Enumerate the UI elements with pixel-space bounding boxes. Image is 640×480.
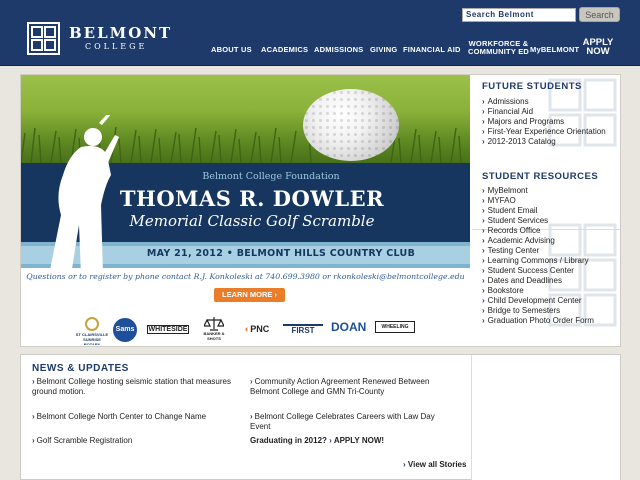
student-resources-link-11[interactable]: Child Development Center (482, 296, 594, 306)
banner-honoree-name: THOMAS R. DOWLER (119, 186, 385, 211)
site-header: BELMONT COLLEGE Search Belmont Search AB… (0, 0, 640, 66)
news-heading: NEWS & UPDATES (32, 363, 129, 374)
banner-event-name: Memorial Classic Golf Scramble (129, 212, 375, 230)
nav-academics[interactable]: ACADEMICS (261, 46, 308, 54)
golf-ball-image (303, 89, 399, 161)
nav-about-us[interactable]: ABOUT US (211, 46, 252, 54)
banner-date-location: MAY 21, 2012 • BELMONT HILLS COUNTRY CLU… (146, 248, 416, 259)
sponsor-wheeling: WHEELING (375, 321, 415, 333)
news-item-community-action[interactable]: › Community Action Agreement Renewed Betw… (250, 377, 455, 397)
nav-workforce-community-ed[interactable]: WORKFORCE & COMMUNITY ED (468, 40, 529, 56)
apply-now-button[interactable]: APPLY NOW (578, 38, 618, 57)
sidebar: FUTURE STUDENTS AdmissionsFinancial AidM… (472, 75, 620, 346)
search-input[interactable]: Search Belmont (462, 8, 576, 22)
student-resources-link-6[interactable]: Testing Center (482, 246, 594, 256)
student-resources-link-4[interactable]: Records Office (482, 226, 594, 236)
nav-financial-aid[interactable]: FINANCIAL AID (403, 46, 461, 54)
nav-mybelmont[interactable]: MyBELMONT (530, 46, 579, 54)
student-resources-link-3[interactable]: Student Services (482, 216, 594, 226)
view-all-stories-link[interactable]: › View all Stories (403, 460, 466, 469)
logo-subtitle: COLLEGE (85, 42, 148, 51)
logo-name: BELMONT (69, 24, 173, 42)
scales-icon (204, 317, 224, 331)
news-side-area (471, 355, 620, 480)
news-item-north-center[interactable]: › Belmont College North Center to Change … (32, 412, 237, 422)
student-resources-list: MyBelmontMYFAOStudent EmailStudent Servi… (482, 186, 594, 326)
student-resources-link-13[interactable]: Graduation Photo Order Form (482, 316, 594, 326)
student-resources-link-12[interactable]: Bridge to Semesters (482, 306, 594, 316)
nav-admissions[interactable]: ADMISSIONS (314, 46, 364, 54)
sponsor-pnc: ◐PNC (244, 324, 270, 334)
golf-scramble-banner[interactable]: Belmont College Foundation THOMAS R. DOW… (21, 75, 470, 345)
future-students-heading: FUTURE STUDENTS (482, 81, 582, 92)
future-students-link-3[interactable]: First-Year Experience Orientation (482, 127, 606, 137)
student-resources-link-0[interactable]: MyBelmont (482, 186, 594, 196)
sponsor-whiteside: WHITESIDE (147, 325, 189, 334)
logo-mark-icon (27, 22, 60, 55)
sponsor-rotary: ST CLAIRSVILLE SUNRISE ROTARY (75, 317, 109, 345)
sponsor-logos: ST CLAIRSVILLE SUNRISE ROTARY Sams WHITE… (21, 315, 470, 345)
college-logo[interactable]: BELMONT COLLEGE (27, 22, 172, 55)
student-resources-link-7[interactable]: Learning Commons / Library (482, 256, 594, 266)
student-resources-link-8[interactable]: Student Success Center (482, 266, 594, 276)
sponsor-doan: DOAN (331, 320, 367, 334)
search-button[interactable]: Search (579, 7, 620, 22)
student-resources-link-2[interactable]: Student Email (482, 206, 594, 216)
sponsor-first: FIRST (283, 324, 323, 335)
student-resources-heading: STUDENT RESOURCES (482, 171, 599, 182)
future-students-link-1[interactable]: Financial Aid (482, 107, 606, 117)
future-students-link-0[interactable]: Admissions (482, 97, 606, 107)
sponsor-sams: Sams (113, 318, 137, 342)
student-resources-link-9[interactable]: Dates and Deadlines (482, 276, 594, 286)
sponsor-banker: BANKER & SHOTS (197, 317, 231, 341)
student-resources-link-1[interactable]: MYFAO (482, 196, 594, 206)
banner-contact: Questions or to register by phone contac… (26, 272, 465, 281)
student-resources-link-5[interactable]: Academic Advising (482, 236, 594, 246)
nav-giving[interactable]: GIVING (370, 46, 397, 54)
news-item-golf-registration[interactable]: › Golf Scramble Registration (32, 436, 237, 446)
news-item-seismic[interactable]: › Belmont College hosting seismic station… (32, 377, 237, 397)
future-students-link-2[interactable]: Majors and Programs (482, 117, 606, 127)
news-item-law-day[interactable]: › Belmont College Celebrates Careers with… (250, 412, 455, 432)
news-item-graduating[interactable]: Graduating in 2012? › APPLY NOW! (250, 436, 455, 446)
future-students-list: AdmissionsFinancial AidMajors and Progra… (482, 97, 606, 147)
banner-foundation: Belmont College Foundation (202, 171, 340, 182)
future-students-link-4[interactable]: 2012-2013 Catalog (482, 137, 606, 147)
learn-more-button[interactable]: LEARN MORE › (214, 288, 285, 302)
student-resources-link-10[interactable]: Bookstore (482, 286, 594, 296)
